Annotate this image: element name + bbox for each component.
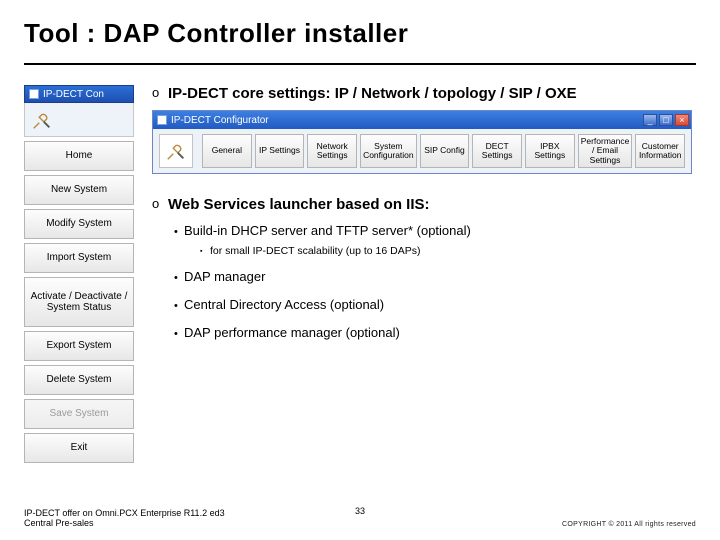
close-icon[interactable]: × (675, 114, 689, 126)
cfg-tab-7[interactable]: Performance / Email Settings (578, 134, 633, 168)
left-app-screenshot: IP-DECT Con Home New System Modify System I… (24, 85, 134, 463)
page-title: Tool : DAP Controller installer (24, 18, 696, 49)
subitem-cda-text: Central Directory Access (optional) (184, 297, 384, 312)
content-column: o IP-DECT core settings: IP / Network / … (152, 85, 696, 463)
subitem-perf-text: DAP performance manager (optional) (184, 325, 400, 340)
subitem-dhcp: • Build-in DHCP server and TFTP server* … (174, 223, 696, 241)
configurator-title-text: IP-DECT Configurator (171, 115, 269, 126)
sub-list: • Build-in DHCP server and TFTP server* … (174, 223, 696, 343)
left-button-7: Save System (24, 399, 134, 429)
subitem-dapmgr-text: DAP manager (184, 269, 265, 284)
app-icon (29, 89, 39, 99)
cfg-tab-5[interactable]: DECT Settings (472, 134, 522, 168)
configurator-toolbar: GeneralIP SettingsNetwork SettingsSystem… (153, 129, 691, 173)
left-app-title-text: IP-DECT Con (43, 89, 104, 100)
left-button-6[interactable]: Delete System (24, 365, 134, 395)
cfg-tab-8[interactable]: Customer Information (635, 134, 685, 168)
subitem-dhcp-text: Build-in DHCP server and TFTP server* (o… (184, 223, 471, 238)
left-button-3[interactable]: Import System (24, 243, 134, 273)
bullet-marker: o (152, 85, 168, 100)
tools-icon (31, 109, 53, 131)
subitem-cda: • Central Directory Access (optional) (174, 297, 696, 315)
app-icon (157, 115, 167, 125)
subitem-dapmgr: • DAP manager (174, 269, 696, 287)
minimize-icon[interactable]: _ (643, 114, 657, 126)
left-app-iconrow (24, 103, 134, 137)
bullet-dot-icon: • (174, 223, 184, 241)
bullet-dot-icon: • (174, 269, 184, 287)
subitem-dhcp-note-text: for small IP-DECT scalability (up to 16 … (210, 245, 420, 257)
left-button-8[interactable]: Exit (24, 433, 134, 463)
bullet-web: o Web Services launcher based on IIS: (152, 196, 696, 213)
configurator-window: IP-DECT Configurator _ □ × (152, 110, 692, 174)
bullet-square-icon: ▪ (200, 245, 210, 259)
cfg-tab-3[interactable]: System Configuration (360, 134, 417, 168)
footer-left-line2: Central Pre-sales (24, 518, 225, 528)
window-buttons: _ □ × (643, 114, 689, 126)
left-button-1[interactable]: New System (24, 175, 134, 205)
page-number: 33 (355, 506, 365, 516)
maximize-icon[interactable]: □ (659, 114, 673, 126)
cfg-tab-2[interactable]: Network Settings (307, 134, 357, 168)
subitem-dhcp-note: ▪ for small IP-DECT scalability (up to 1… (200, 245, 696, 259)
cfg-tab-1[interactable]: IP Settings (255, 134, 305, 168)
left-button-2[interactable]: Modify System (24, 209, 134, 239)
bullet-dot-icon: • (174, 297, 184, 315)
footer-copyright: COPYRIGHT © 2011 All rights reserved (562, 521, 696, 528)
bullet-web-text: Web Services launcher based on IIS: (168, 196, 429, 213)
cfg-tab-4[interactable]: SIP Config (420, 134, 470, 168)
bullet-dot-icon: • (174, 325, 184, 343)
bullet-marker: o (152, 196, 168, 211)
left-button-5[interactable]: Export System (24, 331, 134, 361)
bullet-core-text: IP-DECT core settings: IP / Network / to… (168, 85, 577, 102)
left-app-titlebar: IP-DECT Con (24, 85, 134, 103)
left-button-0[interactable]: Home (24, 141, 134, 171)
bullet-core: o IP-DECT core settings: IP / Network / … (152, 85, 696, 102)
title-rule (24, 63, 696, 65)
left-button-4[interactable]: Activate / Deactivate / System Status (24, 277, 134, 327)
configurator-tools-icon (159, 134, 193, 168)
footer-left: IP-DECT offer on Omni.PCX Enterprise R11… (24, 508, 225, 528)
cfg-tab-0[interactable]: General (202, 134, 252, 168)
tools-icon (165, 140, 187, 162)
configurator-titlebar: IP-DECT Configurator _ □ × (153, 111, 691, 129)
subitem-perf: • DAP performance manager (optional) (174, 325, 696, 343)
footer-left-line1: IP-DECT offer on Omni.PCX Enterprise R11… (24, 508, 225, 518)
cfg-tab-6[interactable]: IPBX Settings (525, 134, 575, 168)
